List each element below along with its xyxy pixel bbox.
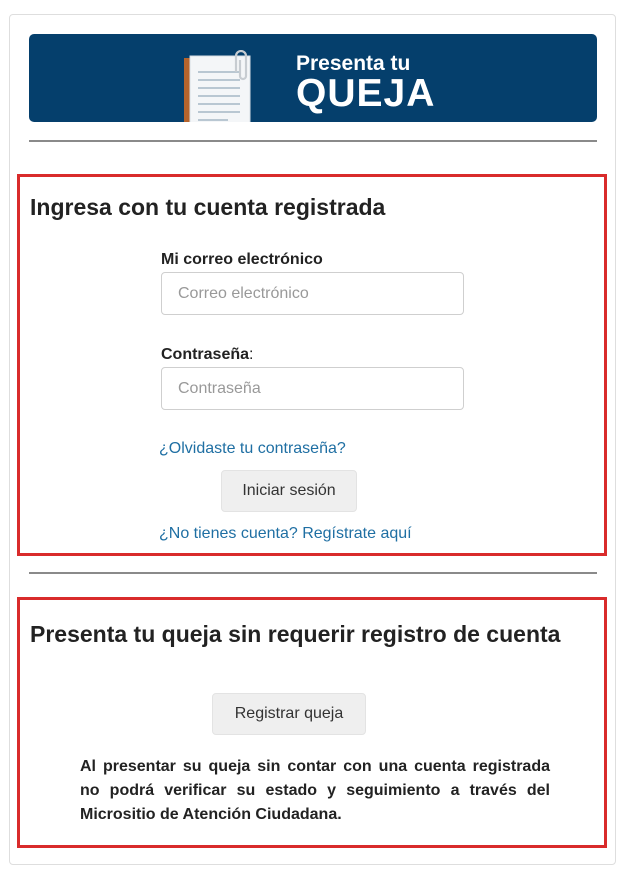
anonymous-complaint-section: Presenta tu queja sin requerir registro … bbox=[17, 597, 607, 848]
password-label-text: Contraseña bbox=[161, 346, 250, 363]
email-label: Mi correo electrónico bbox=[161, 251, 323, 268]
login-section: Ingresa con tu cuenta registrada Mi corr… bbox=[17, 174, 607, 556]
document-clip-icon bbox=[184, 50, 251, 122]
password-label-colon: : bbox=[249, 346, 254, 363]
password-input[interactable] bbox=[161, 367, 464, 410]
presenta-queja-banner: Presenta tu QUEJA bbox=[29, 34, 597, 122]
forgot-password-link[interactable]: ¿Olvidaste tu contraseña? bbox=[159, 440, 346, 458]
login-section-title: Ingresa con tu cuenta registrada bbox=[30, 194, 386, 220]
anonymous-section-title: Presenta tu queja sin requerir registro … bbox=[30, 621, 561, 647]
anonymous-note: Al presentar su queja sin contar con una… bbox=[80, 758, 550, 823]
register-link[interactable]: ¿No tienes cuenta? Regístrate aquí bbox=[159, 525, 412, 543]
password-label: Contraseña: bbox=[161, 346, 253, 364]
banner-title-large: QUEJA bbox=[296, 72, 436, 115]
register-complaint-button[interactable]: Registrar queja bbox=[212, 693, 366, 735]
divider bbox=[29, 572, 597, 574]
divider bbox=[29, 140, 597, 142]
login-button[interactable]: Iniciar sesión bbox=[221, 470, 357, 512]
email-input[interactable] bbox=[161, 272, 464, 315]
